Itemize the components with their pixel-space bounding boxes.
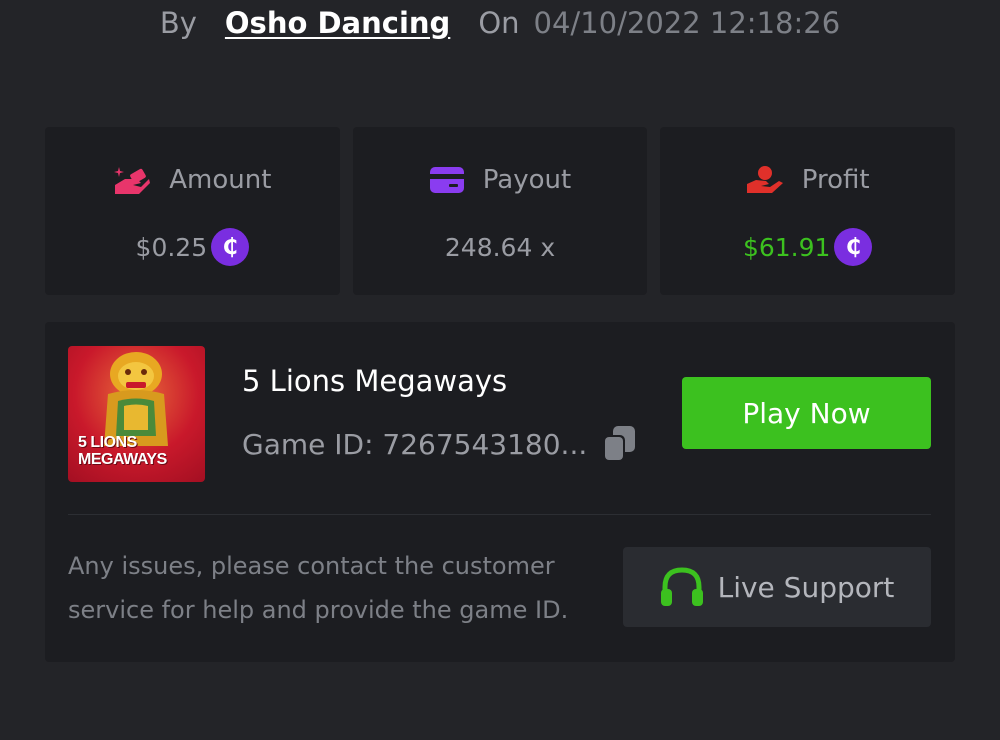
stats-row: Amount $0.25 ₵ Payout 248.64 x Profit $6… — [45, 127, 956, 295]
payout-value: 248.64 x — [444, 232, 556, 262]
stat-label: Profit — [801, 165, 870, 195]
bet-meta: By Osho Dancing On 04/10/2022 12:18:26 — [0, 0, 1000, 46]
live-support-button[interactable]: Live Support — [623, 547, 931, 627]
stat-header: Profit — [746, 163, 870, 197]
game-thumbnail[interactable]: 5 LIONS MEGAWAYS — [68, 346, 205, 482]
live-support-label: Live Support — [717, 570, 895, 604]
stat-card-amount: Amount $0.25 ₵ — [45, 127, 340, 295]
thumbnail-line2: MEGAWAYS — [78, 451, 167, 468]
stat-value-payout: 248.64 x — [445, 229, 555, 265]
by-label: By — [159, 6, 197, 40]
card-icon — [429, 167, 464, 193]
on-label: On — [478, 6, 520, 40]
copy-icon[interactable] — [601, 425, 637, 463]
amount-value: $0.25 — [135, 232, 208, 262]
help-text: Any issues, please contact the customer … — [68, 552, 569, 624]
stat-label: Amount — [169, 165, 272, 195]
stat-value-profit: $61.91 ₵ — [742, 228, 873, 266]
stat-header: Payout — [429, 163, 571, 197]
stat-card-payout: Payout 248.64 x — [352, 127, 648, 295]
headset-icon — [660, 567, 703, 606]
profit-value: $61.91 — [742, 232, 831, 262]
coin-icon: ₵ — [211, 228, 250, 266]
stat-card-profit: Profit $61.91 ₵ — [660, 127, 956, 295]
game-card: 5 LIONS MEGAWAYS 5 Lions Megaways Game I… — [45, 322, 955, 662]
thumbnail-caption: 5 LIONS MEGAWAYS — [78, 434, 167, 468]
play-now-button[interactable]: Play Now — [682, 377, 931, 449]
money-hand-icon — [114, 167, 151, 194]
bet-details-page: By Osho Dancing On 04/10/2022 12:18:26 A… — [0, 0, 1000, 740]
hand-coin-icon — [746, 166, 783, 193]
game-title: 5 Lions Megaways — [242, 364, 508, 398]
username-link[interactable]: Osho Dancing — [225, 6, 450, 40]
game-id-text: Game ID: 7267543180... — [242, 427, 588, 461]
stat-header: Amount — [113, 163, 271, 197]
game-id-row: Game ID: 7267543180... — [242, 424, 637, 464]
thumbnail-line1: 5 LIONS — [78, 434, 137, 451]
bet-datetime: 04/10/2022 12:18:26 — [533, 6, 841, 40]
stat-label: Payout — [482, 165, 572, 195]
stat-value-amount: $0.25 ₵ — [135, 228, 250, 266]
coin-icon: ₵ — [834, 228, 873, 266]
divider — [68, 514, 931, 515]
